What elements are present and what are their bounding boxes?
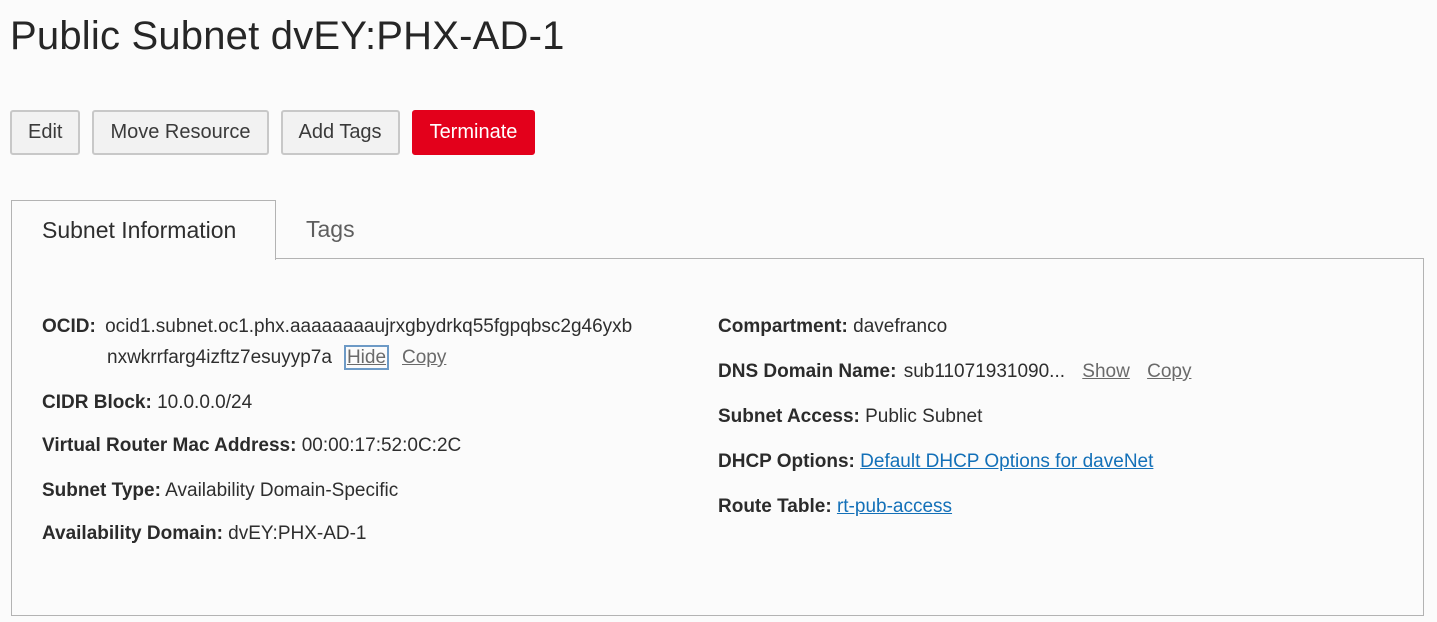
tab-subnet-information[interactable]: Subnet Information [11,200,276,260]
cidr-block-field: CIDR Block: 10.0.0.0/24 [42,387,252,418]
dns-domain-name-label: DNS Domain Name: [718,361,897,382]
dns-domain-name-field: DNS Domain Name: sub11071931090... Show … [718,356,1191,387]
ocid-value-line2: nxwkrrfarg4izftz7esuyyp7a [107,347,332,368]
add-tags-button[interactable]: Add Tags [280,110,400,155]
dhcp-options-label: DHCP Options: [718,451,855,472]
subnet-information-panel: OCID: ocid1.subnet.oc1.phx.aaaaaaaaujrxg… [11,258,1424,616]
dns-domain-name-value: sub11071931090... [903,361,1065,382]
route-table-label: Route Table: [718,496,832,517]
subnet-type-field: Subnet Type: Availability Domain-Specifi… [42,475,398,506]
tab-bar: Subnet Information Tags [11,200,385,260]
subnet-type-value: Availability Domain-Specific [165,480,399,501]
route-table-link[interactable]: rt-pub-access [837,496,952,517]
action-toolbar: Edit Move Resource Add Tags Terminate [10,110,536,155]
dns-copy-link[interactable]: Copy [1147,361,1191,382]
compartment-value: davefranco [853,316,948,337]
ocid-continuation: nxwkrrfarg4izftz7esuyyp7a Hide Copy [107,342,446,373]
tab-tags[interactable]: Tags [276,200,385,259]
dns-show-link[interactable]: Show [1082,361,1130,382]
dhcp-options-link[interactable]: Default DHCP Options for daveNet [860,451,1153,472]
ocid-value-line1: ocid1.subnet.oc1.phx.aaaaaaaaujrxgbydrkq… [105,316,633,337]
availability-domain-value: dvEY:PHX-AD-1 [228,523,367,544]
route-table-field: Route Table: rt-pub-access [718,491,952,522]
cidr-block-label: CIDR Block: [42,392,152,413]
availability-domain-field: Availability Domain: dvEY:PHX-AD-1 [42,518,367,549]
edit-button[interactable]: Edit [10,110,81,155]
virtual-router-mac-value: 00:00:17:52:0C:2C [301,435,462,456]
compartment-label: Compartment: [718,316,848,337]
compartment-field: Compartment: davefranco [718,311,947,342]
ocid-field: OCID: ocid1.subnet.oc1.phx.aaaaaaaaujrxg… [42,311,632,342]
subnet-type-label: Subnet Type: [42,480,161,501]
ocid-copy-link[interactable]: Copy [402,347,446,368]
page-title: Public Subnet dvEY:PHX-AD-1 [10,14,565,58]
availability-domain-label: Availability Domain: [42,523,223,544]
subnet-access-field: Subnet Access: Public Subnet [718,401,982,432]
subnet-access-label: Subnet Access: [718,406,860,427]
subnet-access-value: Public Subnet [865,406,983,427]
terminate-button[interactable]: Terminate [411,110,536,155]
ocid-label: OCID: [42,316,96,337]
virtual-router-mac-label: Virtual Router Mac Address: [42,435,297,456]
virtual-router-mac-field: Virtual Router Mac Address: 00:00:17:52:… [42,430,461,461]
dhcp-options-field: DHCP Options: Default DHCP Options for d… [718,446,1153,477]
ocid-hide-link[interactable]: Hide [343,345,390,370]
cidr-block-value: 10.0.0.0/24 [157,392,253,413]
move-resource-button[interactable]: Move Resource [92,110,269,155]
